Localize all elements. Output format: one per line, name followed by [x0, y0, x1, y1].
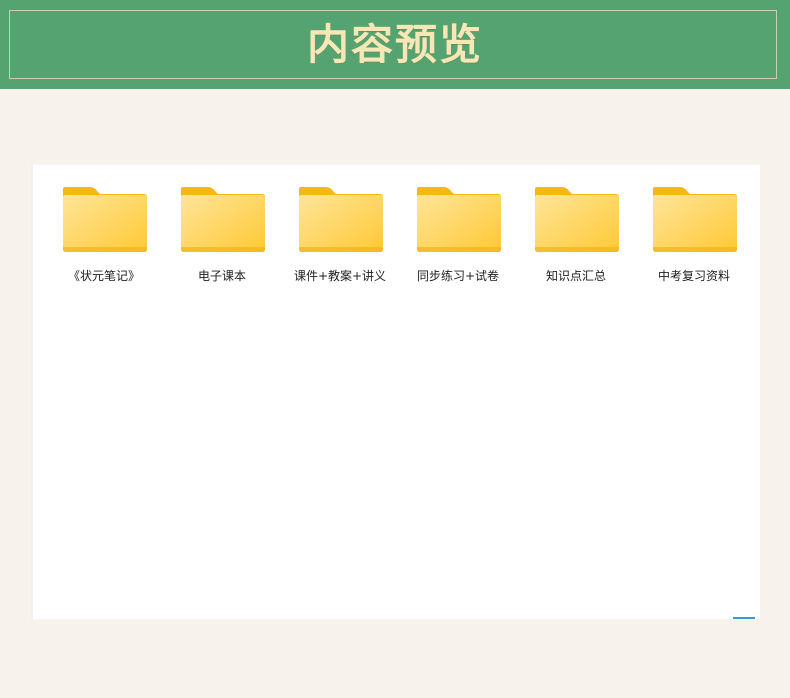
folder-item-textbook[interactable]: 电子课本 [163, 185, 281, 295]
folder-icon [653, 187, 737, 252]
folder-label: 《状元笔记》 [67, 269, 140, 283]
content-panel: 《状元笔记》 电子课本 课件+教案+讲义 同步练习+试卷 知识点汇总 中考复习资… [31, 165, 760, 619]
folder-item-courseware[interactable]: 课件+教案+讲义 [281, 185, 399, 295]
folder-icon [181, 187, 265, 252]
folder-label: 同步练习+试卷 [416, 269, 500, 283]
folder-grid: 《状元笔记》 电子课本 课件+教案+讲义 同步练习+试卷 知识点汇总 中考复习资… [33, 165, 762, 305]
folder-label: 电子课本 [197, 269, 246, 283]
folder-item-review[interactable]: 中考复习资料 [635, 185, 753, 295]
folder-label: 课件+教案+讲义 [293, 269, 387, 283]
header-banner: 内容预览 [0, 0, 790, 89]
folder-item-notes[interactable]: 《状元笔记》 [45, 185, 163, 295]
page-title: 内容预览 [306, 20, 483, 69]
folder-icon [535, 187, 619, 252]
folder-label: 知识点汇总 [545, 269, 606, 283]
folder-item-exercises[interactable]: 同步练习+试卷 [399, 185, 517, 295]
folder-label: 中考复习资料 [657, 269, 730, 283]
folder-icon [299, 187, 383, 252]
folder-icon [417, 187, 501, 252]
folder-item-knowledge[interactable]: 知识点汇总 [517, 185, 635, 295]
folder-icon [63, 187, 147, 252]
scroll-indicator[interactable] [733, 617, 755, 619]
